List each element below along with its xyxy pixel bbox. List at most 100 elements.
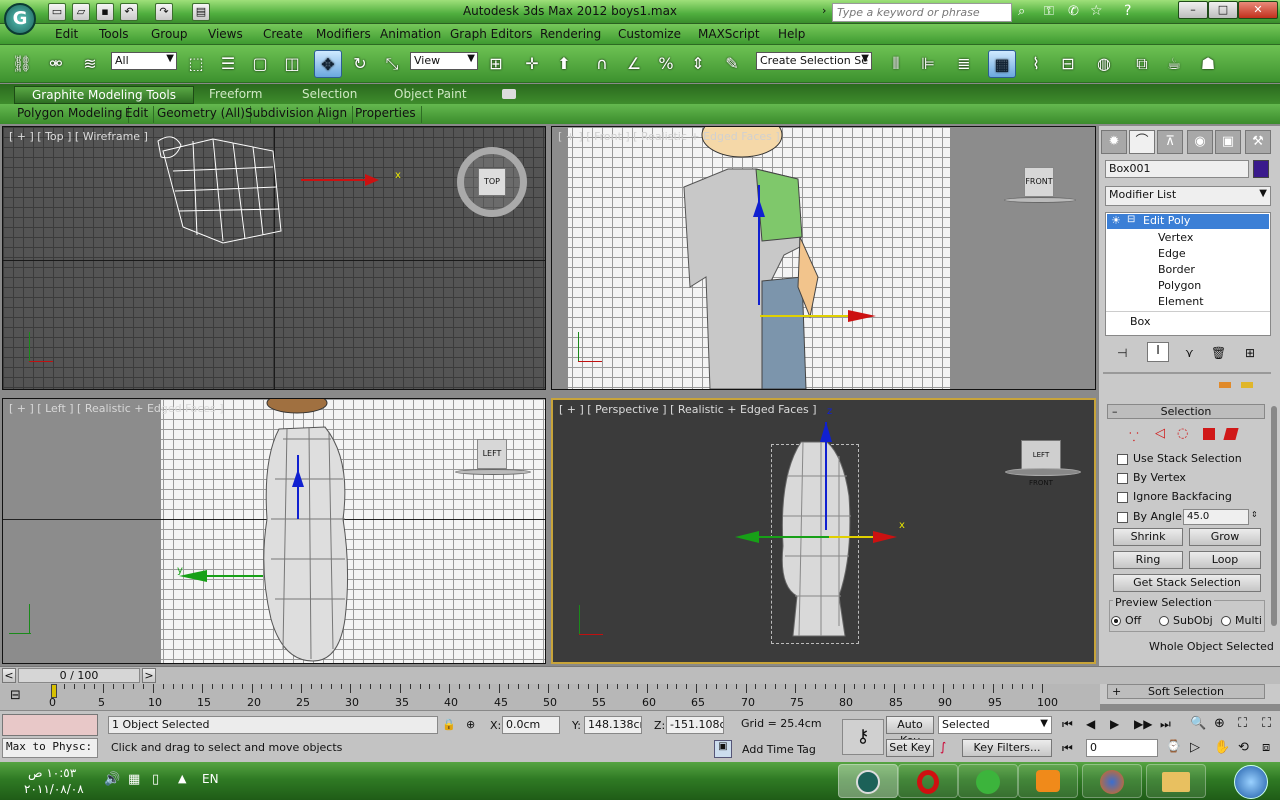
viewport-front[interactable]: [ + ] [ Front ] [ Realistic + Edged Face… <box>551 126 1096 390</box>
display-tab-icon[interactable]: ▣ <box>1215 130 1241 154</box>
ribbon-options-icon[interactable] <box>502 89 516 99</box>
get-stack-selection-button[interactable]: Get Stack Selection <box>1113 574 1261 592</box>
search-expand-icon[interactable]: › <box>822 4 826 17</box>
configure-sets-icon[interactable]: ⊞ <box>1245 346 1255 360</box>
angle-snap-icon[interactable]: ∠ <box>620 50 648 78</box>
unlink-icon[interactable]: ⚮ <box>42 50 70 78</box>
viewcube-left[interactable]: LEFT <box>477 439 507 469</box>
time-tag-icon[interactable]: ▣ <box>714 740 732 758</box>
minimize-button[interactable]: – <box>1178 1 1208 19</box>
project-folder-icon[interactable]: ▤ <box>192 3 210 21</box>
stack-item-polygon[interactable]: Polygon <box>1158 279 1201 292</box>
modify-tab-icon[interactable]: ⌒ <box>1129 130 1155 154</box>
percent-snap-icon[interactable]: % <box>652 50 680 78</box>
time-slider-thumb[interactable]: 0 / 100 <box>18 668 140 683</box>
menu-tools[interactable]: Tools <box>99 27 129 41</box>
select-by-name-icon[interactable]: ☰ <box>214 50 242 78</box>
selection-lock-icon[interactable]: 🔒 <box>442 718 456 731</box>
favorites-star-icon[interactable]: ☆ <box>1090 3 1103 19</box>
stack-item-border[interactable]: Border <box>1158 263 1195 276</box>
add-time-tag-label[interactable]: Add Time Tag <box>742 743 816 756</box>
maxscript-listener-mini[interactable] <box>2 714 98 736</box>
layer-manager-icon[interactable]: ≣ <box>950 50 978 78</box>
taskbar-media-player-icon[interactable] <box>958 764 1018 798</box>
border-mode-icon[interactable]: ◌ <box>1177 426 1188 441</box>
preview-off-radio[interactable] <box>1111 616 1121 626</box>
taskbar-explorer-icon[interactable] <box>1146 764 1206 798</box>
field-of-view-icon[interactable]: ▷ <box>1190 740 1200 755</box>
by-angle-checkbox[interactable] <box>1117 512 1128 523</box>
help-icon[interactable]: ? <box>1124 3 1131 19</box>
align-icon[interactable]: ⊫ <box>914 50 942 78</box>
y-coord-field[interactable]: 148.138cm <box>584 716 642 734</box>
menu-group[interactable]: Group <box>151 27 188 41</box>
key-mode-dropdown[interactable]: Selected ▼ <box>938 716 1052 734</box>
viewport-top[interactable]: [ + ] [ Top ] [ Wireframe ] x TOP <box>2 126 546 390</box>
set-tangents-icon[interactable]: ∫ <box>940 740 946 754</box>
go-to-start-icon[interactable]: ⏮ <box>1062 717 1073 732</box>
new-file-icon[interactable]: ▭ <box>48 3 66 21</box>
taskbar-opera-icon[interactable] <box>898 764 958 798</box>
vertex-mode-icon[interactable]: ⸪ <box>1129 428 1139 445</box>
menu-animation[interactable]: Animation <box>380 27 441 41</box>
viewport-perspective-label[interactable]: [ + ] [ Perspective ] [ Realistic + Edge… <box>559 403 817 416</box>
viewport-left-label[interactable]: [ + ] [ Left ] [ Realistic + Edged Faces… <box>9 402 224 415</box>
ignore-backfacing-checkbox[interactable] <box>1117 492 1128 503</box>
menu-edit[interactable]: Edit <box>55 27 78 41</box>
taskbar-3dsmax-icon[interactable] <box>838 764 898 798</box>
pivot-center-icon[interactable]: ⊞ <box>482 50 510 78</box>
command-panel-scrollbar[interactable] <box>1271 406 1277 626</box>
select-and-rotate-icon[interactable]: ↻ <box>346 50 374 78</box>
time-slider-next-button[interactable]: > <box>142 668 156 683</box>
stack-item-element[interactable]: Element <box>1158 295 1204 308</box>
menu-views[interactable]: Views <box>208 27 243 41</box>
next-frame-icon[interactable]: ▶▶ <box>1134 717 1152 731</box>
tab-graphite-modeling-tools[interactable]: Graphite Modeling Tools <box>14 86 194 104</box>
use-stack-selection-checkbox[interactable] <box>1117 454 1128 465</box>
close-button[interactable]: ✕ <box>1238 1 1278 19</box>
schematic-view-icon[interactable]: ⊟ <box>1054 50 1082 78</box>
stack-item-vertex[interactable]: Vertex <box>1158 231 1193 244</box>
select-and-scale-icon[interactable]: ⤡ <box>378 50 406 78</box>
rendered-frame-window-icon[interactable]: ☕ <box>1160 50 1188 78</box>
ribbon-geometry-all[interactable]: Geometry (All) <box>152 106 251 123</box>
lightbulb-icon[interactable]: ☀ <box>1111 214 1121 227</box>
gizmo-x-axis[interactable] <box>301 179 371 181</box>
soft-selection-rollout-header[interactable]: + Soft Selection <box>1107 684 1265 699</box>
menu-rendering[interactable]: Rendering <box>540 27 601 41</box>
snap-toggle-icon[interactable]: ∩ <box>588 50 616 78</box>
time-slider-prev-button[interactable]: < <box>2 668 16 683</box>
go-to-end-icon[interactable]: ⏭ <box>1160 717 1171 732</box>
shrink-button[interactable]: Shrink <box>1113 528 1183 546</box>
element-mode-icon[interactable] <box>1223 428 1239 440</box>
binoculars-icon[interactable]: ⌕ <box>1018 4 1025 19</box>
material-editor-icon[interactable]: ◍ <box>1090 50 1118 78</box>
play-icon[interactable]: ▶ <box>1110 717 1119 731</box>
modifier-list-dropdown[interactable]: Modifier List ▼ <box>1105 186 1271 206</box>
stack-item-edge[interactable]: Edge <box>1158 247 1186 260</box>
track-bar[interactable]: ⊟ 0 5 10 15 20 25 30 35 40 45 50 55 60 65 70 75 80 85 90 95… <box>0 684 1100 710</box>
angle-value-field[interactable]: 45.0 <box>1183 509 1249 525</box>
tab-freeform[interactable]: Freeform <box>203 86 268 104</box>
expand-collapse-icon[interactable]: ⊟ <box>1127 214 1135 225</box>
start-button[interactable] <box>1234 765 1268 799</box>
current-frame-marker[interactable] <box>51 684 57 698</box>
object-name-field[interactable]: Box001 <box>1105 160 1249 178</box>
open-file-icon[interactable]: ▱ <box>72 3 90 21</box>
auto-key-button[interactable]: Auto Key <box>886 716 934 747</box>
set-key-button[interactable]: Set Key <box>886 739 934 757</box>
polygon-mode-icon[interactable] <box>1203 428 1215 440</box>
app-logo-icon[interactable]: G <box>4 3 36 35</box>
hierarchy-tab-icon[interactable]: ⊼ <box>1157 130 1183 154</box>
rectangular-selection-icon[interactable]: ▢ <box>246 50 274 78</box>
by-vertex-checkbox[interactable] <box>1117 473 1128 484</box>
spinner-snap-icon[interactable]: ⇕ <box>684 50 712 78</box>
save-icon[interactable]: ▪ <box>96 3 114 21</box>
menu-maxscript[interactable]: MAXScript <box>698 27 760 41</box>
reference-coordinate-dropdown[interactable]: View ▼ <box>410 52 478 70</box>
language-indicator[interactable]: EN <box>202 772 219 786</box>
ribbon-align[interactable]: Align <box>312 106 354 123</box>
undo-icon[interactable]: ↶ <box>120 3 138 21</box>
menu-customize[interactable]: Customize <box>618 27 681 41</box>
selection-rollout-header[interactable]: – Selection <box>1107 404 1265 419</box>
